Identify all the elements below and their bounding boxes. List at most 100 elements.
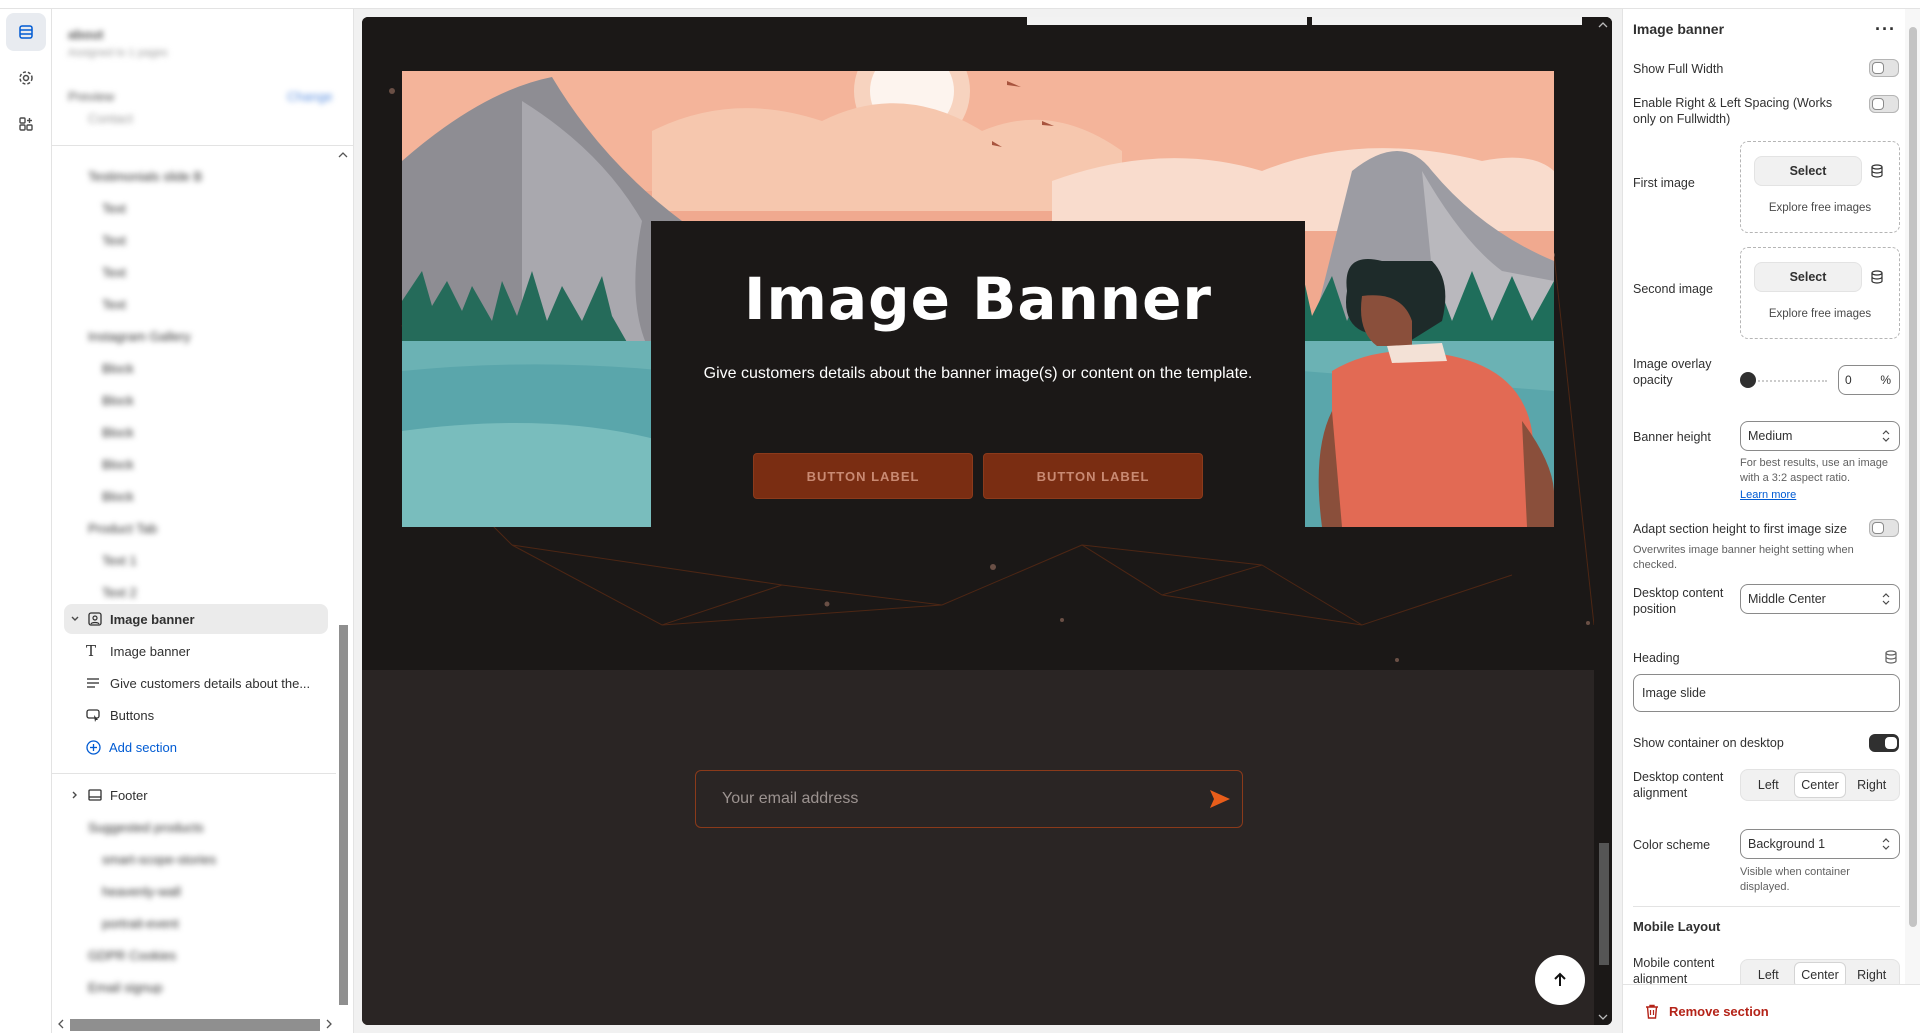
overlay-value: 0: [1845, 373, 1852, 387]
select-chevron-icon: [1882, 430, 1890, 442]
footer-section: [362, 670, 1594, 1025]
color-scheme-select[interactable]: Background 1: [1740, 829, 1900, 859]
explore-free-images-link[interactable]: Explore free images: [1741, 202, 1899, 214]
overlay-unit: %: [1880, 373, 1891, 387]
tree-item-blurred[interactable]: Text: [90, 225, 320, 255]
mobile-align-center[interactable]: Center: [1793, 962, 1847, 984]
tree-item-blurred[interactable]: Text: [90, 289, 320, 319]
send-icon[interactable]: [1208, 787, 1232, 811]
mobile-align-right[interactable]: Right: [1846, 962, 1897, 984]
tree-item-label: Block: [102, 456, 134, 472]
banner-button-2[interactable]: BUTTON LABEL: [983, 453, 1203, 499]
desktop-alignment-segmented: Left Center Right: [1740, 769, 1900, 801]
tree-item-label: Testimonials slide B: [88, 168, 203, 184]
learn-more-link[interactable]: Learn more: [1740, 488, 1796, 503]
tree-item-heading[interactable]: T Image banner: [86, 636, 326, 666]
tree-item-blurred[interactable]: heavenly-wall: [90, 876, 320, 906]
panel-title: Image banner: [1633, 21, 1725, 37]
settings-scrollbar[interactable]: [1905, 9, 1920, 984]
tree-item-blurred[interactable]: Text 1: [90, 545, 320, 575]
tree-item-label: Image banner: [110, 611, 195, 627]
apps-icon[interactable]: [6, 105, 46, 143]
first-image-select-button[interactable]: Select: [1754, 156, 1862, 186]
second-image-select-button[interactable]: Select: [1754, 262, 1862, 292]
tree-item-blurred[interactable]: Block: [90, 385, 320, 415]
enable-spacing-toggle[interactable]: [1869, 95, 1899, 113]
tree-item-label: Instagram Gallery: [88, 328, 191, 344]
tree-item-blurred[interactable]: Block: [90, 417, 320, 447]
overlay-slider-track[interactable]: [1747, 380, 1827, 382]
image-banner-section[interactable]: Image Banner Give customers details abou…: [362, 25, 1594, 670]
preview-value[interactable]: Contact: [88, 111, 133, 126]
banner-height-label: Banner height: [1633, 430, 1711, 444]
tree-item-label: Suggested products: [88, 819, 204, 835]
tree-item-blurred[interactable]: Text: [90, 257, 320, 287]
explore-free-images-link[interactable]: Explore free images: [1741, 308, 1899, 320]
desktop-position-select[interactable]: Middle Center: [1740, 584, 1900, 614]
tree-item-blurred[interactable]: Text 2: [90, 577, 320, 607]
mobile-alignment-segmented: Left Center Right: [1740, 959, 1900, 984]
more-icon[interactable]: ···: [1875, 19, 1896, 40]
left-panel-hscrollbar[interactable]: [52, 1015, 332, 1033]
tree-item-blurred[interactable]: Testimonials slide B: [68, 161, 298, 191]
theme-preview: Image Banner Give customers details abou…: [362, 17, 1612, 1025]
overlay-opacity-input[interactable]: 0 %: [1838, 365, 1900, 395]
preview-topbar: [362, 17, 1612, 25]
overlay-slider-handle[interactable]: [1740, 372, 1756, 388]
tree-item-blurred[interactable]: Block: [90, 353, 320, 383]
desktop-align-right[interactable]: Right: [1846, 772, 1897, 798]
adapt-height-toggle[interactable]: [1869, 519, 1899, 537]
left-panel-scrollbar[interactable]: [336, 149, 350, 1009]
select-chevron-icon: [1882, 838, 1890, 850]
tree-item-image-banner[interactable]: Image banner: [64, 604, 328, 634]
show-full-width-toggle[interactable]: [1869, 59, 1899, 77]
preview-scrollbar[interactable]: [1594, 17, 1612, 1025]
left-rail: [0, 9, 52, 1033]
tree-item-blurred[interactable]: Block: [90, 449, 320, 479]
database-icon[interactable]: [1863, 262, 1891, 292]
paragraph-icon: [87, 678, 99, 688]
desktop-align-left[interactable]: Left: [1743, 772, 1794, 798]
preview-change-link[interactable]: Change: [287, 89, 333, 104]
database-icon[interactable]: [1885, 650, 1897, 669]
tree-item-text[interactable]: Give customers details about the...: [86, 668, 326, 698]
text-icon: T: [86, 642, 97, 660]
tree-item-footer[interactable]: Footer: [64, 780, 328, 810]
adapt-height-label: Adapt section height to first image size: [1633, 522, 1848, 536]
second-image-label: Second image: [1633, 282, 1713, 296]
tree-item-blurred[interactable]: GDPR Cookies: [68, 940, 298, 970]
sections-icon[interactable]: [6, 13, 46, 51]
tree-item-blurred[interactable]: Block: [90, 481, 320, 511]
tree-item-blurred[interactable]: Product Tab: [68, 513, 298, 543]
tree-item-blurred[interactable]: portrait-event: [90, 908, 320, 938]
newsletter-email-input[interactable]: Your email address: [695, 770, 1243, 828]
banner-button-1[interactable]: BUTTON LABEL: [753, 453, 973, 499]
remove-section-button[interactable]: Remove section: [1645, 1004, 1769, 1019]
remove-section-label: Remove section: [1669, 1004, 1769, 1019]
chevron-right-icon[interactable]: [70, 790, 80, 800]
tree-item-blurred[interactable]: Email signup: [68, 972, 298, 1002]
tree-item-label: Text: [102, 200, 126, 216]
color-scheme-value: Background 1: [1748, 837, 1826, 851]
adapt-height-help: Overwrites image banner height setting w…: [1633, 544, 1854, 571]
heading-input[interactable]: Image slide: [1633, 674, 1900, 712]
scroll-to-top-button[interactable]: [1535, 955, 1585, 1005]
tree-item-blurred[interactable]: Suggested products: [68, 812, 298, 842]
desktop-align-center[interactable]: Center: [1793, 772, 1847, 798]
mobile-align-left[interactable]: Left: [1743, 962, 1794, 984]
tree-item-label: Text: [102, 264, 126, 280]
show-container-toggle[interactable]: [1869, 734, 1899, 752]
tree-item-blurred[interactable]: smart-scope-stories: [90, 844, 320, 874]
chevron-down-icon[interactable]: [70, 614, 80, 624]
button-icon: [86, 709, 100, 722]
settings-panel: Image banner ··· Show Full Width Enable …: [1622, 9, 1920, 1033]
add-section-button[interactable]: Add section: [86, 732, 326, 762]
gear-icon[interactable]: [6, 59, 46, 97]
banner-height-select[interactable]: Medium: [1740, 421, 1900, 451]
image-icon: [88, 612, 102, 626]
tree-item-buttons[interactable]: Buttons: [86, 700, 326, 730]
tree-item-label: Text: [102, 296, 126, 312]
tree-item-blurred[interactable]: Text: [90, 193, 320, 223]
database-icon[interactable]: [1863, 156, 1891, 186]
tree-item-blurred[interactable]: Instagram Gallery: [68, 321, 298, 351]
